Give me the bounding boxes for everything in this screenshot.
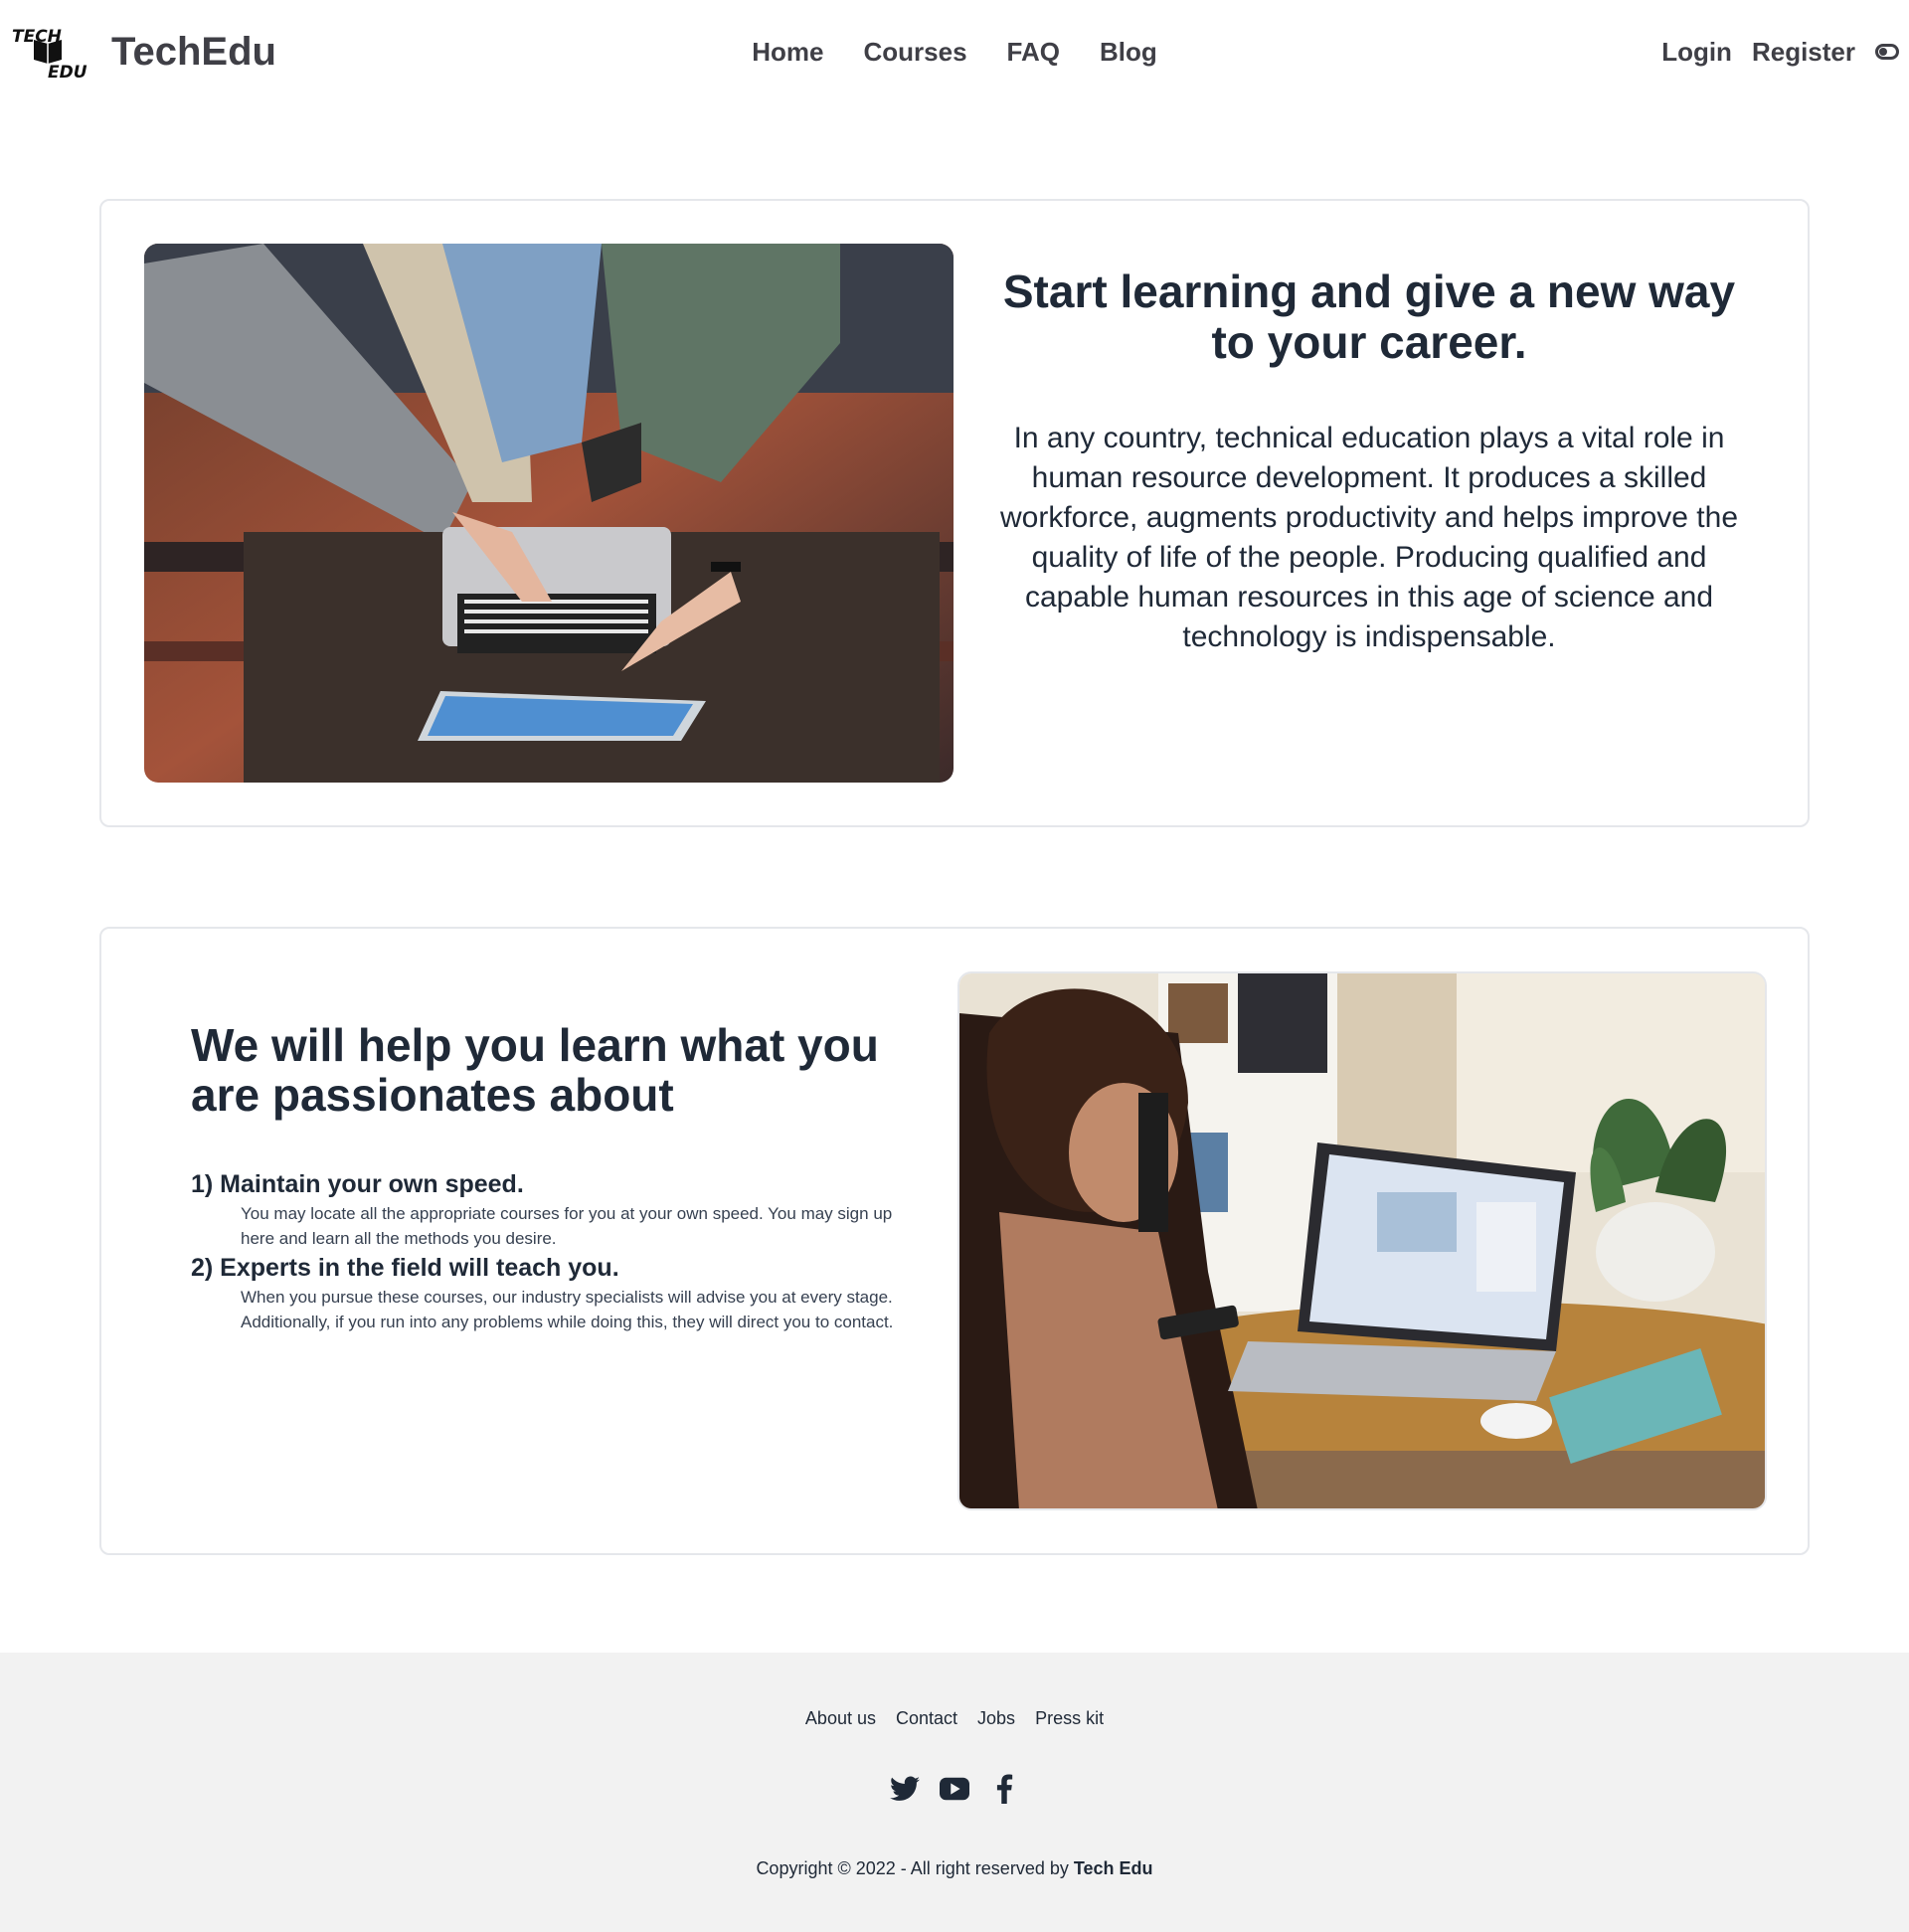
footer-link-jobs[interactable]: Jobs bbox=[977, 1708, 1015, 1729]
nav-faq[interactable]: FAQ bbox=[1007, 37, 1060, 68]
toggle-icon[interactable] bbox=[1875, 44, 1899, 60]
svg-text:EDU: EDU bbox=[48, 63, 87, 80]
hero-description: In any country, technical education play… bbox=[999, 422, 1739, 654]
brand-link[interactable]: TECH EDU TechEdu bbox=[12, 24, 276, 83]
feature-title: 2) Experts in the field will teach you. bbox=[191, 1254, 619, 1282]
nav-home[interactable]: Home bbox=[752, 37, 823, 68]
nav-blog[interactable]: Blog bbox=[1100, 37, 1157, 68]
feature-title: 1) Maintain your own speed. bbox=[191, 1170, 524, 1198]
brand-name: TechEdu bbox=[111, 29, 276, 74]
facebook-icon[interactable] bbox=[989, 1774, 1019, 1804]
woman-laptop-photo bbox=[957, 971, 1767, 1510]
feature-body: When you pursue these courses, our indus… bbox=[241, 1288, 894, 1331]
feature-item: 2) Experts in the field will teach you. … bbox=[191, 1251, 907, 1334]
features-list: 1) Maintain your own speed. You may loca… bbox=[191, 1167, 907, 1334]
main-nav: Home Courses FAQ Blog bbox=[752, 37, 1157, 68]
register-link[interactable]: Register bbox=[1752, 37, 1855, 68]
features-card: We will help you learn what you are pass… bbox=[99, 927, 1810, 1555]
footer: About us Contact Jobs Press kit Copyrigh… bbox=[0, 1653, 1909, 1932]
hero-card: Start learning and give a new way to you… bbox=[99, 199, 1810, 827]
feature-item: 1) Maintain your own speed. You may loca… bbox=[191, 1167, 907, 1251]
navbar: TECH EDU TechEdu Home Courses FAQ Blog L… bbox=[0, 0, 1909, 103]
students-laptop-photo bbox=[144, 244, 954, 783]
footer-link-about[interactable]: About us bbox=[805, 1708, 876, 1729]
feature-body: You may locate all the appropriate cours… bbox=[241, 1204, 893, 1248]
copyright-brand: Tech Edu bbox=[1073, 1858, 1153, 1878]
youtube-icon[interactable] bbox=[940, 1774, 969, 1804]
footer-link-contact[interactable]: Contact bbox=[896, 1708, 957, 1729]
hero-text: Start learning and give a new way to you… bbox=[976, 266, 1762, 657]
social-links bbox=[0, 1774, 1909, 1804]
footer-links: About us Contact Jobs Press kit bbox=[0, 1708, 1909, 1729]
copyright-text: Copyright © 2022 - All right reserved by bbox=[756, 1858, 1074, 1878]
features-title: We will help you learn what you are pass… bbox=[191, 1019, 879, 1121]
techedu-logo: TECH EDU bbox=[12, 24, 89, 83]
twitter-icon[interactable] bbox=[890, 1774, 920, 1804]
footer-link-press[interactable]: Press kit bbox=[1035, 1708, 1104, 1729]
hero-title: Start learning and give a new way to you… bbox=[1002, 265, 1736, 368]
features-text: We will help you learn what you are pass… bbox=[191, 1020, 907, 1334]
copyright: Copyright © 2022 - All right reserved by… bbox=[0, 1858, 1909, 1879]
nav-courses[interactable]: Courses bbox=[863, 37, 966, 68]
login-link[interactable]: Login bbox=[1661, 37, 1732, 68]
nav-actions: Login Register bbox=[1661, 37, 1899, 68]
